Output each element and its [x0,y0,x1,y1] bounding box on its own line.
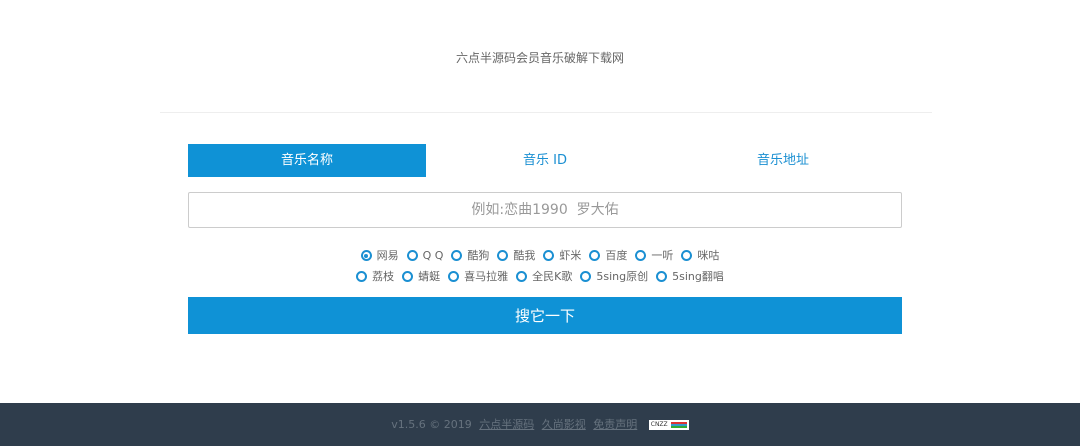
source-radio[interactable]: 5sing翻唱 [656,267,724,286]
radio-circle-icon [516,271,528,282]
radio-circle-icon [589,250,601,261]
radio-circle-icon [681,250,693,261]
source-radio[interactable]: 百度 [589,246,627,265]
source-radio[interactable]: 全民K歌 [516,267,572,286]
source-radio[interactable]: 一听 [635,246,673,265]
source-radio[interactable]: 酷我 [497,246,535,265]
source-row: 荔枝 蜻蜓 喜马拉雅 全民K歌 5sing原创 5sing翻唱 [0,267,1080,288]
tab-music-name[interactable]: 音乐名称 [188,144,426,177]
source-label: 蜻蜓 [418,270,441,283]
source-label: 5sing原创 [596,270,649,283]
source-row: 网易 Q Q 酷狗 酷我 虾米 百度 一听 咪咕 [0,246,1080,267]
search-type-tabs: 音乐名称 音乐 ID 音乐地址 [188,144,902,177]
source-radio[interactable]: 荔枝 [356,267,394,286]
divider [160,112,932,113]
source-radio[interactable]: 喜马拉雅 [448,267,508,286]
footer-link[interactable]: 久尚影视 [542,418,586,431]
source-radio[interactable]: 酷狗 [451,246,489,265]
source-radio[interactable]: 蜻蜓 [402,267,440,286]
radio-circle-icon [360,250,372,261]
source-radio[interactable]: Q Q [406,246,444,265]
source-label: 百度 [605,249,628,262]
radio-circle-icon [356,271,368,282]
footer-link[interactable]: 六点半源码 [479,418,534,431]
source-label: 一听 [651,249,674,262]
radio-circle-icon [580,271,592,282]
source-label: 咪咕 [697,249,720,262]
source-label: Q Q [422,249,444,262]
source-radio[interactable]: 咪咕 [681,246,719,265]
source-label: 5sing翻唱 [672,270,724,283]
radio-circle-icon [543,250,555,261]
radio-circle-icon [451,250,463,261]
footer-version: v1.5.6 © 2019 [391,418,472,431]
source-radio[interactable]: 虾米 [543,246,581,265]
cnzz-badge[interactable]: CNZZ [648,420,689,430]
source-label: 酷我 [513,249,536,262]
source-label: 喜马拉雅 [464,270,509,283]
tab-music-url[interactable]: 音乐地址 [664,144,902,177]
tab-music-id[interactable]: 音乐 ID [426,144,664,177]
source-label: 网易 [376,249,399,262]
source-radio[interactable]: 网易 [360,246,399,265]
source-label: 全民K歌 [532,270,573,283]
radio-circle-icon [406,250,418,261]
radio-circle-icon [635,250,647,261]
source-radio[interactable]: 5sing原创 [580,267,648,286]
footer: v1.5.6 © 2019 六点半源码 久尚影视 免责声明 CNZZ [0,403,1080,446]
source-radio-group: 网易 Q Q 酷狗 酷我 虾米 百度 一听 咪咕 荔枝 蜻蜓 喜马拉雅 全民K歌 5sing原创 5si… [0,246,1080,288]
source-label: 虾米 [559,249,582,262]
footer-link[interactable]: 免责声明 [593,418,637,431]
search-input[interactable] [188,192,902,228]
radio-circle-icon [497,250,509,261]
source-label: 酷狗 [467,249,490,262]
source-label: 荔枝 [372,270,395,283]
radio-circle-icon [402,271,414,282]
search-button[interactable]: 搜它一下 [188,297,902,334]
radio-circle-icon [448,271,460,282]
page-title: 六点半源码会员音乐破解下载网 [455,51,624,65]
radio-circle-icon [656,271,668,282]
